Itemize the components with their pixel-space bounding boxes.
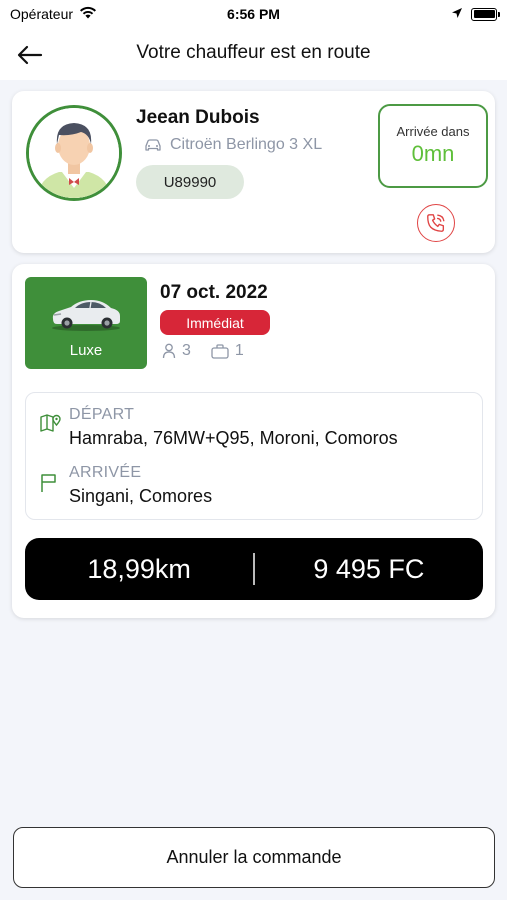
- car-image: [52, 300, 120, 331]
- departure-label: DÉPART: [69, 406, 135, 423]
- phone-call-icon: [427, 214, 445, 232]
- map-pin-icon: [40, 414, 61, 432]
- driver-name: Jeean Dubois: [136, 107, 260, 128]
- person-icon: [162, 343, 176, 359]
- departure-address: Hamraba, 76MW+Q95, Moroni, Comoros: [69, 428, 398, 448]
- ride-distance: 18,99km: [87, 553, 191, 584]
- vehicle-category-tile: Luxe: [25, 277, 147, 369]
- ride-type-badge: Immédiat: [160, 310, 270, 335]
- route-box: DÉPART Hamraba, 76MW+Q95, Moroni, Comoro…: [25, 392, 483, 520]
- cancel-order-button[interactable]: Annuler la commande: [13, 827, 495, 888]
- status-time: 6:56 PM: [227, 6, 280, 22]
- car-icon: [145, 139, 161, 151]
- arrival-address: Singani, Comores: [69, 486, 213, 506]
- eta-label: Arrivée dans: [396, 124, 470, 139]
- vehicle-category-label: Luxe: [69, 342, 103, 359]
- briefcase-icon: [211, 343, 229, 359]
- passenger-count: 3: [182, 342, 191, 359]
- driver-avatar: [26, 105, 122, 201]
- eta-box: Arrivée dans 0mn: [378, 104, 488, 188]
- call-driver-button[interactable]: [417, 204, 455, 242]
- vehicle-info: Citroën Berlingo 3 XL: [144, 136, 322, 154]
- eta-value: 0mn: [411, 141, 455, 166]
- ride-capacity: 3 1: [162, 342, 244, 360]
- ride-card: Luxe 07 oct. 2022 Immédiat 3 1 DÉPART Ha…: [12, 264, 495, 618]
- ride-date: 07 oct. 2022: [160, 282, 268, 303]
- location-arrow-icon: [451, 6, 463, 22]
- status-bar: Opérateur 6:56 PM: [0, 0, 507, 30]
- ride-price: 9 495 FC: [313, 553, 425, 584]
- page-title: Votre chauffeur est en route: [136, 42, 371, 63]
- battery-icon: [471, 7, 500, 21]
- luggage-count: 1: [234, 342, 244, 359]
- nav-bar: Votre chauffeur est en route: [0, 30, 507, 80]
- license-plate: U89990: [136, 165, 244, 199]
- driver-card: Jeean Dubois Citroën Berlingo 3 XL U8999…: [12, 91, 495, 253]
- ride-summary-bar: 18,99km 9 495 FC: [25, 538, 483, 600]
- flag-icon: [41, 474, 56, 492]
- status-right: [451, 6, 500, 22]
- vehicle-model: Citroën Berlingo 3 XL: [170, 136, 323, 153]
- arrival-label: ARRIVÉE: [69, 464, 142, 481]
